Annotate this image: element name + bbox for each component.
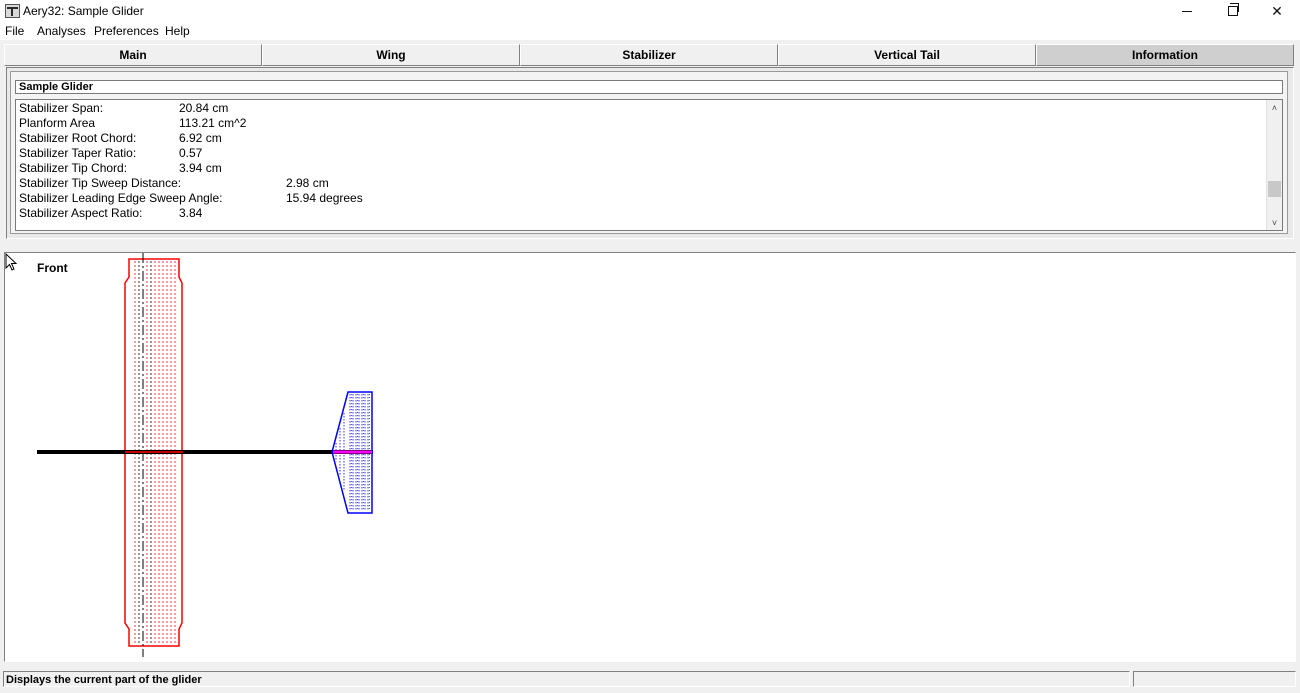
info-row-label: Stabilizer Aspect Ratio: [19, 206, 143, 220]
info-row-value: 0.57 [179, 146, 203, 160]
window-title: Aery32: Sample Glider [23, 4, 144, 18]
tab-wing[interactable]: Wing [262, 44, 521, 66]
tab-vertical-tail[interactable]: Vertical Tail [778, 44, 1037, 66]
information-panel: Sample Glider Stabilizer Span: 20.84 cm … [6, 67, 1294, 239]
tab-information[interactable]: Information [1036, 44, 1294, 66]
tab-strip: Main Wing Stabilizer Vertical Tail Infor… [4, 44, 1294, 66]
menu-analyses[interactable]: Analyses [37, 24, 86, 38]
scroll-thumb[interactable] [1268, 181, 1281, 197]
info-row-value: 6.92 cm [179, 131, 222, 145]
status-bar: Displays the current part of the glider [0, 669, 1300, 693]
chevron-down-icon: ˅ [1271, 217, 1278, 228]
tab-wing-label: Wing [376, 48, 406, 62]
tab-stabilizer-label: Stabilizer [622, 48, 676, 62]
glider-name-field[interactable]: Sample Glider [15, 80, 1283, 94]
info-row-value: 3.84 [179, 206, 203, 220]
maximize-button[interactable] [1210, 0, 1256, 22]
menu-bar: File Analyses Preferences Help [0, 22, 1300, 40]
info-row-value: 2.98 cm [286, 176, 329, 190]
menu-file[interactable]: File [5, 24, 24, 38]
glider-drawing-area[interactable]: Front [4, 252, 1296, 662]
restore-icon [1228, 3, 1239, 16]
tab-information-label: Information [1132, 48, 1198, 62]
tab-vertical-tail-label: Vertical Tail [874, 48, 940, 62]
info-row-label: Stabilizer Tip Chord: [19, 161, 128, 175]
app-icon [5, 4, 20, 18]
info-row-value: 3.94 cm [179, 161, 222, 175]
close-button[interactable]: ✕ [1254, 0, 1300, 22]
chevron-up-icon: ˄ [1271, 102, 1278, 113]
mouse-cursor-icon [5, 253, 18, 271]
title-bar: Aery32: Sample Glider ✕ [0, 0, 1300, 22]
vertical-scrollbar[interactable]: ˄ ˅ [1266, 100, 1282, 230]
minimize-icon [1182, 10, 1192, 12]
menu-preferences[interactable]: Preferences [94, 24, 159, 38]
information-text-box[interactable]: Stabilizer Span: 20.84 cm Planform Area … [15, 99, 1283, 231]
info-row-label: Stabilizer Tip Sweep Distance: [19, 176, 182, 190]
info-row-value: 15.94 degrees [286, 191, 363, 205]
info-row-value: 113.21 cm^2 [179, 116, 247, 130]
menu-help[interactable]: Help [165, 24, 190, 38]
info-row-label: Stabilizer Taper Ratio: [19, 146, 137, 160]
status-pane [1133, 671, 1296, 687]
info-row-label: Stabilizer Leading Edge Sweep Angle: [19, 191, 223, 205]
scroll-up-button[interactable]: ˄ [1267, 100, 1282, 115]
tab-main[interactable]: Main [4, 44, 263, 66]
info-row-label: Stabilizer Span: [19, 101, 104, 115]
info-row-label: Planform Area [19, 116, 96, 130]
information-group: Sample Glider Stabilizer Span: 20.84 cm … [10, 71, 1288, 234]
minimize-button[interactable] [1164, 0, 1210, 22]
tab-stabilizer[interactable]: Stabilizer [520, 44, 779, 66]
glider-front-view [37, 253, 373, 657]
tab-main-label: Main [119, 48, 147, 62]
info-row-value: 20.84 cm [179, 101, 229, 115]
status-text: Displays the current part of the glider [3, 671, 1130, 687]
scroll-down-button[interactable]: ˅ [1267, 215, 1282, 230]
close-icon: ✕ [1271, 2, 1283, 19]
info-row-label: Stabilizer Root Chord: [19, 131, 137, 145]
